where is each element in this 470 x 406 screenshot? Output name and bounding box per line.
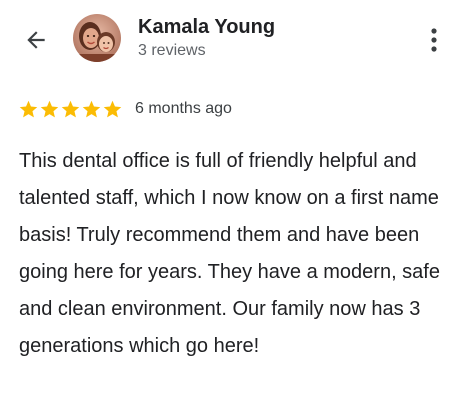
more-vert-icon	[431, 28, 437, 52]
review-time: 6 months ago	[135, 100, 232, 117]
avatar[interactable]	[73, 14, 121, 62]
avatar-photo	[73, 14, 121, 62]
star-icon	[61, 100, 80, 117]
star-rating	[18, 99, 123, 120]
star-icon	[82, 100, 101, 117]
more-options-button[interactable]	[420, 22, 448, 58]
review-header: Kamala Young 3 reviews	[0, 0, 470, 82]
star-icon	[40, 100, 59, 117]
rating-row: 6 months ago	[18, 97, 232, 121]
back-button[interactable]	[20, 24, 52, 56]
review-text: This dental office is full of friendly h…	[19, 150, 440, 357]
reviewer-name[interactable]: Kamala Young	[138, 14, 275, 40]
star-icon	[103, 100, 122, 117]
star-icon	[19, 100, 38, 117]
arrow-back-icon	[27, 31, 45, 49]
review-count: 3 reviews	[138, 42, 206, 59]
